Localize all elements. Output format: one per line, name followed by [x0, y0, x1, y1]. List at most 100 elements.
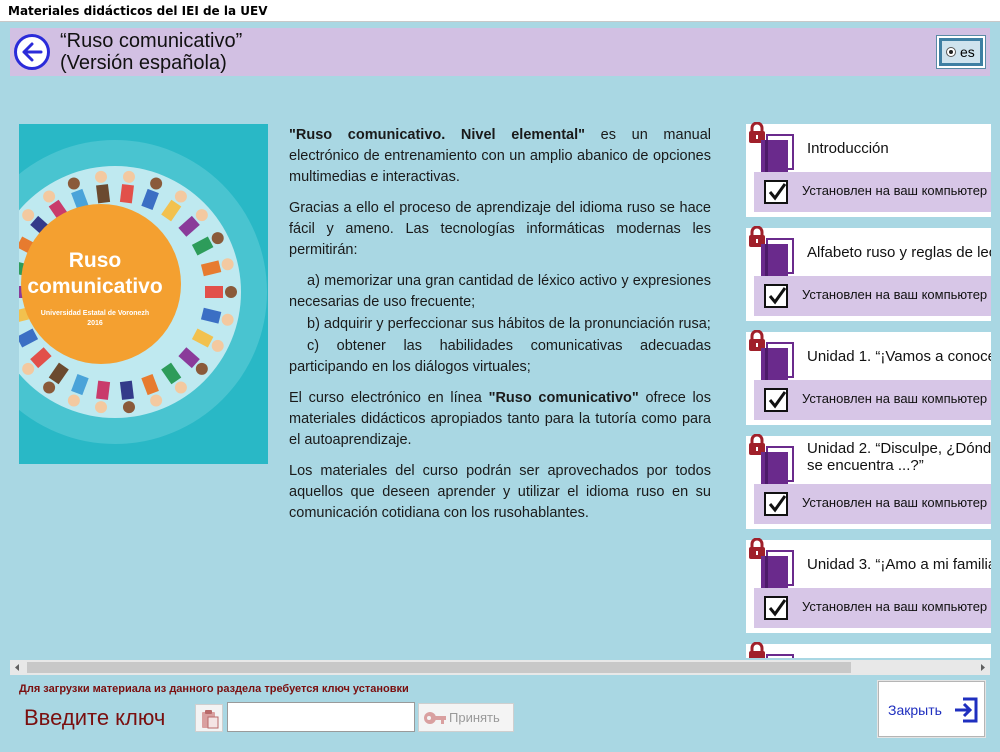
description-paragraph-4: Los materiales del curso podrán ser apro…	[289, 463, 711, 521]
cover-title: Ruso comunicativo	[25, 248, 165, 300]
cover-person-head	[22, 209, 35, 222]
unit-status-text: Установлен на ваш компьютер	[802, 287, 988, 302]
units-list: Introducción Установлен на ваш компьютер…	[744, 118, 991, 658]
unit-status: Установлен на ваш компьютер	[754, 380, 991, 420]
horizontal-scrollbar[interactable]	[10, 660, 990, 675]
unit-status-text: Установлен на ваш компьютер	[802, 391, 988, 406]
unit-title: Unidad 1. “¡Vamos a conocernos!”	[807, 348, 991, 365]
cover-person-head	[67, 394, 80, 407]
language-selector[interactable]: es	[936, 35, 986, 69]
cover-person-figure	[96, 380, 111, 400]
checkbox-checked	[764, 492, 788, 516]
cover-person-head	[174, 190, 187, 203]
radio-icon	[946, 47, 956, 57]
cover-person-head	[122, 401, 135, 414]
cover-person-head	[225, 286, 237, 298]
cover-person-head	[22, 362, 35, 375]
window-title: Materiales didácticos del IEI de la UEV	[0, 0, 1000, 22]
unit-item[interactable]: Unidad 2. “Disculpe, ¿Dónde se encuentra…	[744, 430, 991, 530]
page-title-line2: (Versión española)	[60, 52, 227, 74]
cover-person-head	[211, 232, 224, 245]
book-icon	[766, 654, 794, 658]
close-label: Закрыть	[888, 702, 942, 718]
cover-person-figure	[119, 184, 134, 204]
unit-status-text: Установлен на ваш компьютер	[802, 495, 988, 510]
checkbox-checked	[764, 284, 788, 308]
cover-person-figure	[205, 286, 223, 298]
cover-person-head	[95, 401, 108, 414]
unit-status: Установлен на ваш компьютер	[754, 172, 991, 212]
unit-status: Установлен на ваш компьютер	[754, 588, 991, 628]
book-icon	[761, 446, 794, 487]
cover-person-head	[67, 177, 80, 190]
close-button[interactable]: Закрыть	[878, 681, 985, 737]
scroll-left-icon[interactable]	[10, 660, 25, 675]
checkbox-checked	[764, 180, 788, 204]
scroll-right-icon[interactable]	[975, 660, 990, 675]
cover-person-head	[221, 258, 234, 271]
description-item-c: c) obtener las habilidades comunicativas…	[289, 338, 711, 375]
unit-item[interactable]: Alfabeto ruso y reglas de lectura Устано…	[744, 222, 991, 322]
exit-icon	[955, 697, 978, 723]
checkbox-checked	[764, 388, 788, 412]
description-paragraph-3: El curso electrónico en línea "Ruso comu…	[289, 388, 711, 451]
cover-title-line1: Ruso	[68, 249, 122, 272]
cover-university: Universidad Estatal de Voronezh	[40, 310, 150, 317]
key-input[interactable]	[227, 702, 415, 732]
language-label: es	[960, 44, 975, 60]
unit-title: Unidad 2. “Disculpe, ¿Dónde se encuentra…	[807, 440, 991, 474]
unit-title: Alfabeto ruso y reglas de lectura	[807, 244, 991, 261]
description-p1-bold: "Ruso comunicativo. Nivel elemental"	[289, 127, 586, 143]
language-option[interactable]: es	[942, 41, 980, 63]
cover-person-head	[122, 170, 135, 183]
accept-label: Принять	[449, 710, 500, 725]
cover-title-line2: comunicativo	[27, 275, 163, 298]
book-icon	[761, 550, 794, 591]
cover-person-head	[150, 394, 163, 407]
cover-person-head	[195, 209, 208, 222]
description-p3-bold: "Ruso comunicativo"	[488, 390, 639, 406]
accept-button[interactable]: Принять	[418, 703, 514, 732]
page-title: “Ruso comunicativo” (Versión española)	[60, 30, 242, 74]
cover-subtitle: Universidad Estatal de Voronezh 2016	[25, 309, 165, 329]
arrow-left-icon	[22, 42, 43, 62]
cover-person-head	[195, 362, 208, 375]
scrollbar-thumb[interactable]	[27, 662, 851, 673]
check-icon	[768, 391, 787, 409]
course-description: "Ruso comunicativo. Nivel elemental" es …	[289, 125, 711, 534]
course-cover-image: Ruso comunicativo Universidad Estatal de…	[19, 124, 268, 464]
unit-title: Unidad 3. “¡Amo a mi familia!”	[807, 556, 991, 573]
description-item-b: b) adquirir y perfeccionar sus hábitos d…	[307, 316, 711, 332]
page-header: “Ruso comunicativo” (Versión española) e…	[10, 28, 990, 76]
clipboard-icon	[202, 710, 219, 729]
check-icon	[768, 599, 787, 617]
unit-title: Introducción	[807, 140, 889, 157]
unit-item[interactable]: Introducción Установлен на ваш компьютер	[744, 118, 991, 218]
app-window: Materiales didácticos del IEI de la UEV …	[0, 0, 1000, 752]
description-p3-before: El curso electrónico en línea	[289, 390, 489, 406]
key-label: Введите ключ	[24, 705, 166, 730]
cover-person-head	[150, 177, 163, 190]
cover-person-figure	[119, 380, 134, 400]
description-item-a: a) memorizar una gran cantidad de léxico…	[289, 273, 711, 310]
description-paragraph-2: Gracias a ello el proceso de aprendizaje…	[289, 200, 711, 258]
cover-person-head	[211, 339, 224, 352]
cover-person-head	[221, 313, 234, 326]
check-icon	[768, 287, 787, 305]
unit-status-text: Установлен на ваш компьютер	[802, 183, 988, 198]
unit-status: Установлен на ваш компьютер	[754, 484, 991, 524]
paste-button[interactable]	[195, 704, 223, 732]
unit-status: Установлен на ваш компьютер	[754, 276, 991, 316]
unit-item[interactable]: Unidad 3. “¡Amo a mi familia!” Установле…	[744, 534, 991, 634]
cover-person-head	[95, 170, 108, 183]
unit-item[interactable]: Unidad 1. “¡Vamos a conocernos!” Установ…	[744, 326, 991, 426]
book-icon	[761, 238, 794, 279]
check-icon	[768, 495, 787, 513]
unit-item-partial[interactable]	[744, 638, 991, 658]
check-icon	[768, 183, 787, 201]
back-button[interactable]	[14, 34, 50, 70]
checkbox-checked	[764, 596, 788, 620]
book-icon	[761, 342, 794, 383]
cover-year: 2016	[87, 320, 103, 327]
cover-person-head	[43, 381, 56, 394]
